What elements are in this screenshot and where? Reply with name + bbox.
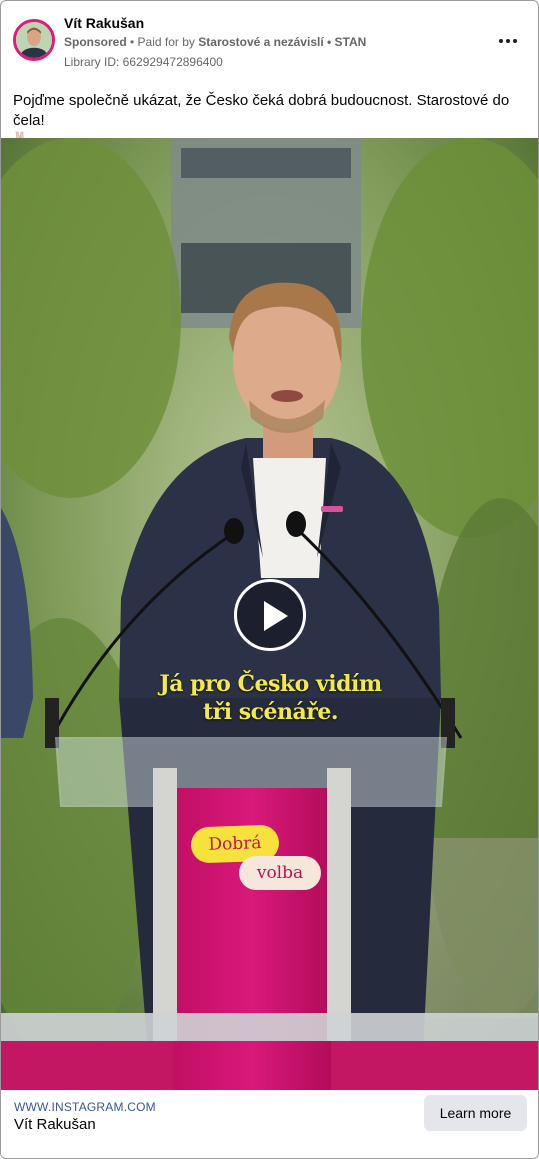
ad-card: Vít Rakušan Sponsored • Paid for by Star… xyxy=(0,0,539,1159)
video-player[interactable]: Já pro Česko vidím tři scénáře. Dobrá vo… xyxy=(1,138,538,1090)
link-footer[interactable]: WWW.INSTAGRAM.COM Vít Rakušan Learn more xyxy=(1,1090,538,1158)
more-options-icon[interactable] xyxy=(496,31,520,51)
caption-text: Pojďme společně ukázat, že Česko čeká do… xyxy=(13,92,510,129)
video-subtitle: Já pro Česko vidím tři scénáře. xyxy=(101,670,440,726)
payer-link[interactable]: Starostové a nezávislí • STAN xyxy=(198,35,366,49)
subtitle-line-2: tři scénáře. xyxy=(202,699,339,725)
library-id: Library ID: 662929472896400 xyxy=(64,55,223,69)
avatar-portrait xyxy=(16,22,52,58)
page-name[interactable]: Vít Rakušan xyxy=(64,15,144,31)
link-title[interactable]: Vít Rakušan xyxy=(14,1116,96,1133)
post-header: Vít Rakušan Sponsored • Paid for by Star… xyxy=(13,11,528,73)
learn-more-button[interactable]: Learn more xyxy=(424,1095,527,1131)
play-icon[interactable] xyxy=(234,579,306,651)
podium-logo-bubble-2: volba xyxy=(239,856,321,890)
subtitle-line-1: Já pro Česko vidím xyxy=(159,671,382,697)
avatar[interactable] xyxy=(13,19,55,61)
sponsored-label: Sponsored xyxy=(64,35,127,49)
paid-prefix: • Paid for by xyxy=(130,35,195,49)
link-domain[interactable]: WWW.INSTAGRAM.COM xyxy=(14,1100,156,1114)
sponsored-line: Sponsored • Paid for by Starostové a nez… xyxy=(64,35,366,49)
